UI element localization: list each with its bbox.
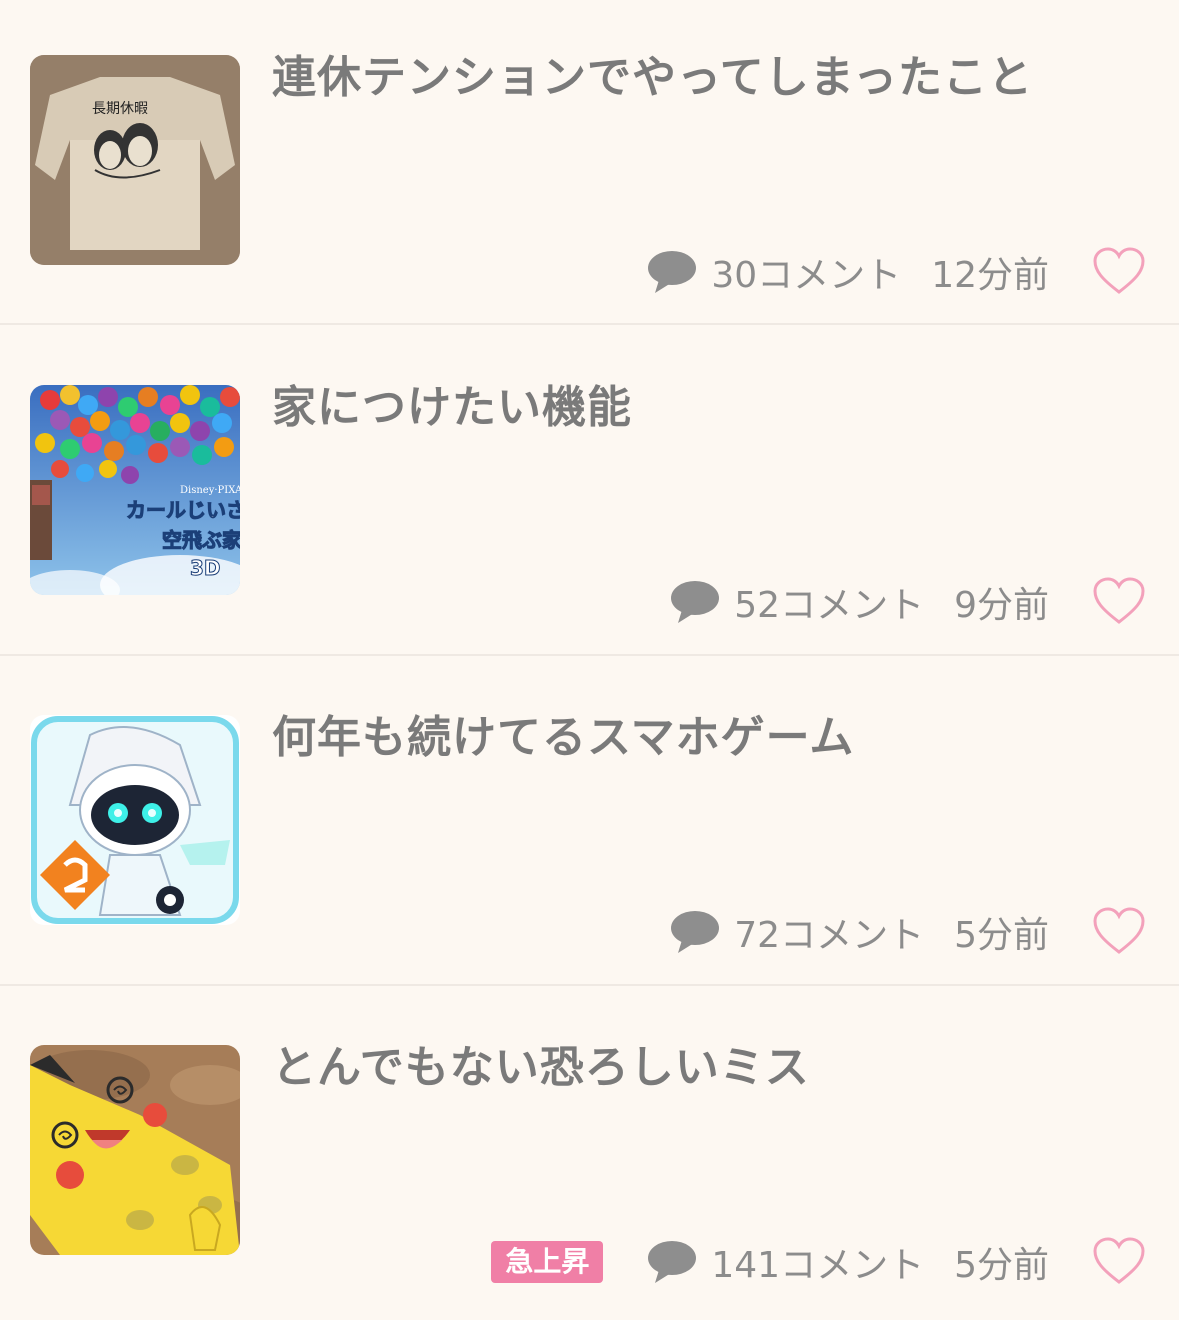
comment-icon [671, 581, 720, 623]
comment-icon [648, 251, 697, 293]
topic-feed: 長期休暇 連休テンションでやってしまったこと 30コメント 12分前 Disne… [0, 0, 1179, 1313]
comment-count: 52コメント [734, 585, 925, 626]
topic-meta: 30コメント 12分前 [647, 247, 1049, 297]
thumbnail-image[interactable]: Disney·PIXAR カールじいさ 空飛ぶ家 3D [30, 385, 240, 595]
comment-icon [648, 1241, 697, 1283]
thumbnail-image[interactable] [30, 715, 240, 925]
movie-3d-label: 3D [190, 556, 221, 580]
comment-count: 72コメント [734, 915, 925, 956]
divider [0, 984, 1179, 986]
post-time: 5分前 [954, 1245, 1049, 1286]
post-time: 12分前 [931, 255, 1049, 296]
comment-count: 141コメント [711, 1245, 925, 1286]
topic-title[interactable]: 何年も続けてるスマホゲーム [272, 712, 1132, 764]
tshirt-print-text: 長期休暇 [92, 101, 148, 117]
heart-icon[interactable] [1092, 246, 1146, 296]
divider [0, 323, 1179, 325]
studio-logo: Disney·PIXAR [180, 485, 240, 496]
list-item[interactable]: Disney·PIXAR カールじいさ 空飛ぶ家 3D 家につけたい機能 52コ… [0, 330, 1179, 660]
post-time: 9分前 [954, 585, 1049, 626]
topic-meta: 52コメント 9分前 [670, 577, 1049, 627]
topic-meta: 急上昇 141コメント 5分前 [491, 1237, 1049, 1287]
comment-count: 30コメント [711, 255, 902, 296]
topic-title[interactable]: とんでもない恐ろしいミス [272, 1042, 1132, 1094]
trending-badge: 急上昇 [491, 1241, 604, 1283]
list-item[interactable]: 長期休暇 連休テンションでやってしまったこと 30コメント 12分前 [0, 0, 1179, 330]
divider [0, 654, 1179, 656]
heart-icon[interactable] [1092, 576, 1146, 626]
topic-meta: 72コメント 5分前 [670, 907, 1049, 957]
heart-icon[interactable] [1092, 906, 1146, 956]
topic-title[interactable]: 連休テンションでやってしまったこと [272, 52, 1132, 104]
movie-title-line1: カールじいさ [126, 498, 240, 522]
comment-icon [671, 911, 720, 953]
list-item[interactable]: 何年も続けてるスマホゲーム 72コメント 5分前 [0, 660, 1179, 990]
topic-title[interactable]: 家につけたい機能 [272, 382, 1132, 434]
movie-title-line2: 空飛ぶ家 [162, 528, 240, 552]
thumbnail-image[interactable] [30, 1045, 240, 1255]
thumbnail-image[interactable]: 長期休暇 [30, 55, 240, 265]
post-time: 5分前 [954, 915, 1049, 956]
heart-icon[interactable] [1092, 1236, 1146, 1286]
list-item[interactable]: とんでもない恐ろしいミス 急上昇 141コメント 5分前 [0, 990, 1179, 1320]
